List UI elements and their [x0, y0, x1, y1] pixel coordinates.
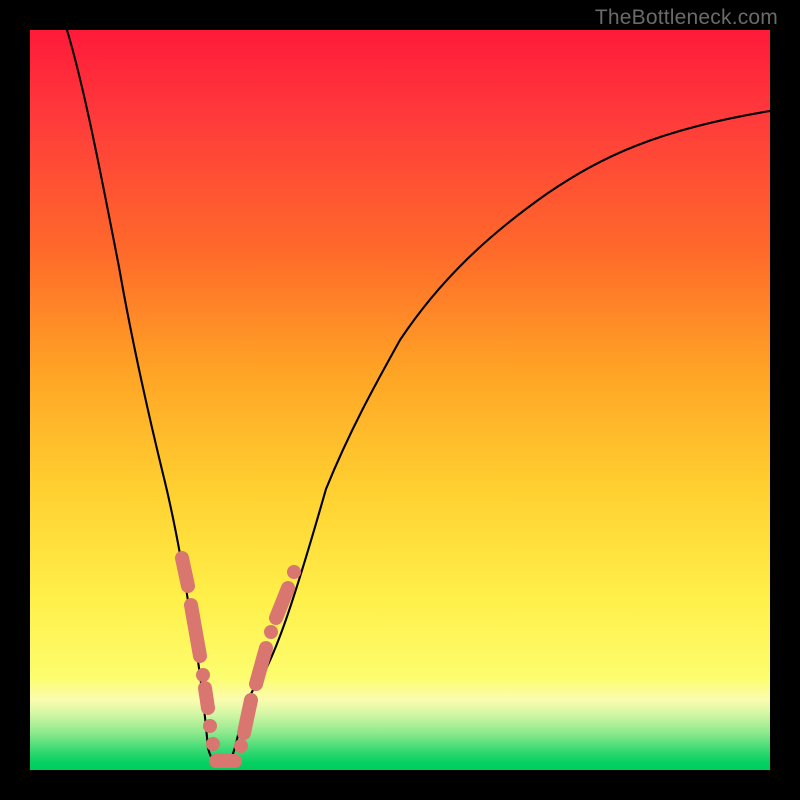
chart-frame: TheBottleneck.com	[0, 0, 800, 800]
bead-cluster	[182, 558, 301, 761]
bead-dot	[234, 739, 248, 753]
bottleneck-curve	[67, 30, 770, 766]
watermark-text: TheBottleneck.com	[595, 6, 778, 30]
bead-dot	[203, 719, 217, 733]
plot-area	[30, 30, 770, 770]
bead-dot	[196, 668, 210, 682]
bead-segment	[182, 558, 188, 586]
bead-segment	[191, 605, 200, 656]
bead-segment	[256, 648, 266, 684]
curve-svg	[30, 30, 770, 770]
bead-dot	[287, 565, 301, 579]
bead-segment	[276, 588, 288, 618]
bead-segment	[205, 688, 208, 708]
bead-dot	[264, 625, 278, 639]
bead-segment	[244, 700, 251, 733]
bead-dot	[206, 737, 220, 751]
